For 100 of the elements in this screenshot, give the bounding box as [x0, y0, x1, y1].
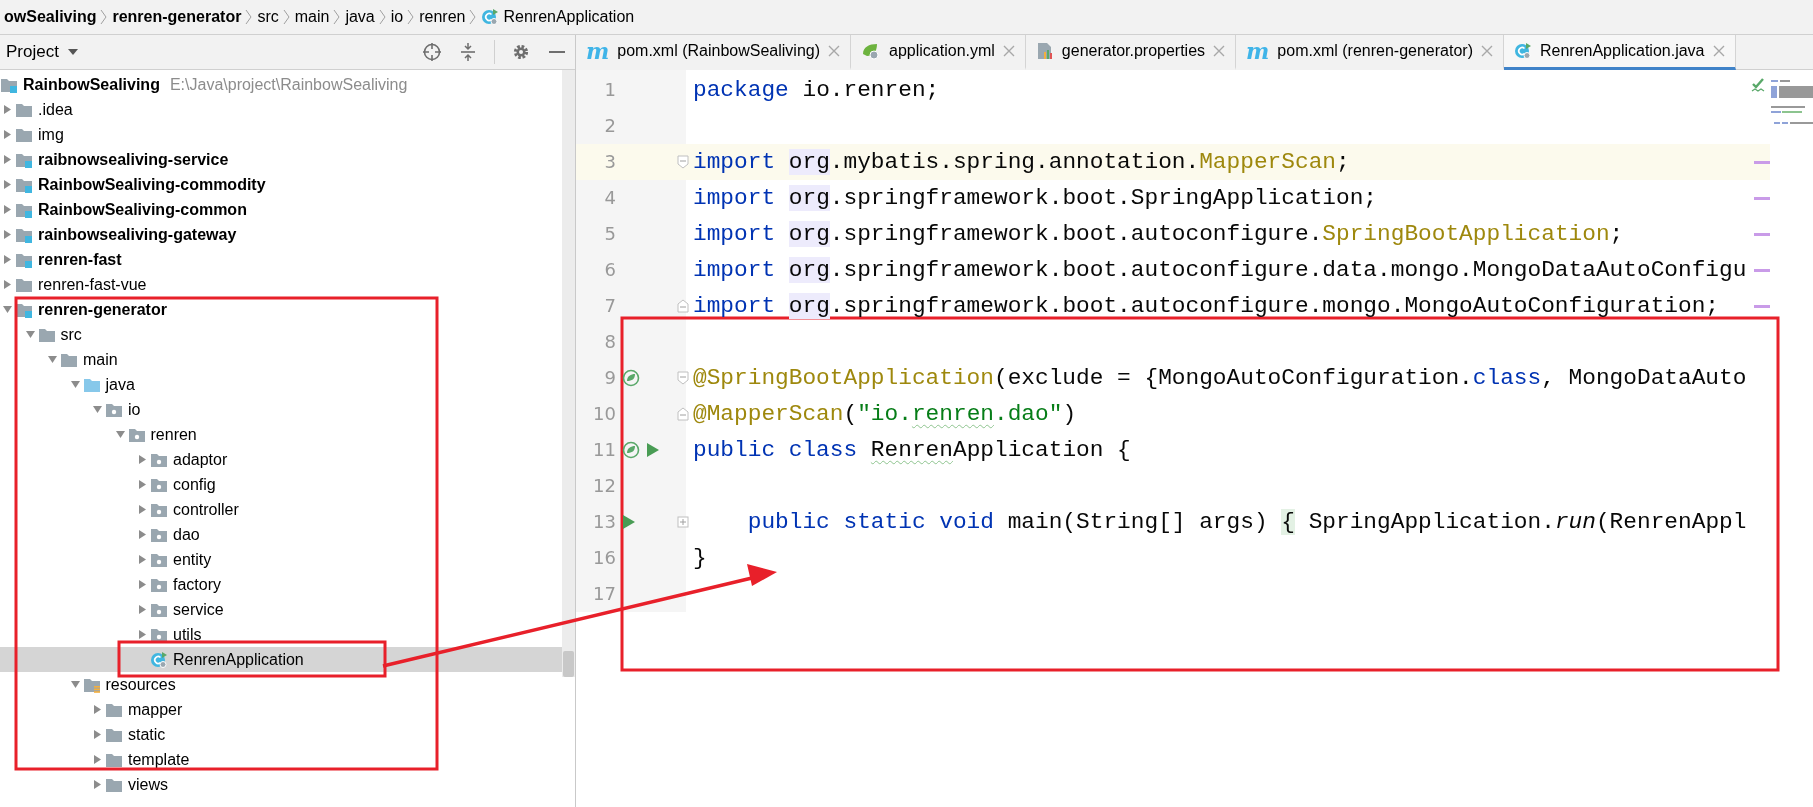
collapsed-arrow-icon[interactable] — [92, 704, 103, 715]
breadcrumb-item[interactable]: renren-generator — [108, 7, 246, 27]
collapsed-arrow-icon[interactable] — [2, 179, 13, 190]
collapse-all-icon[interactable] — [458, 42, 478, 62]
editor-tab[interactable]: generator.properties — [1025, 35, 1237, 70]
expanded-arrow-icon[interactable] — [2, 304, 13, 315]
tree-item[interactable]: renren-generator — [0, 297, 562, 322]
fold-marker-icon[interactable] — [676, 299, 689, 313]
tree-item[interactable]: utils — [0, 622, 562, 647]
tree-item[interactable]: .idea — [0, 97, 562, 122]
tree-item[interactable]: RainbowSealiving E:\Java\project\RainbowSealiving — [0, 72, 562, 97]
collapsed-arrow-icon[interactable] — [92, 729, 103, 740]
fold-marker-icon[interactable] — [676, 371, 689, 385]
tree-item[interactable]: controller — [0, 497, 562, 522]
tree-item[interactable]: RenrenApplication — [0, 647, 562, 672]
tree-item[interactable]: mapper — [0, 697, 562, 722]
tree-item[interactable]: rainbowsealiving-gateway — [0, 222, 562, 247]
expanded-arrow-icon[interactable] — [92, 404, 103, 415]
collapsed-arrow-icon[interactable] — [2, 154, 13, 165]
code-line: } — [693, 545, 707, 571]
expanded-arrow-icon[interactable] — [24, 329, 36, 340]
collapsed-arrow-icon[interactable] — [137, 629, 148, 640]
editor-tab[interactable]: m pom.xml (RainbowSealiving) — [576, 35, 852, 70]
tree-item[interactable]: RainbowSealiving-common — [0, 197, 562, 222]
tree-item[interactable]: resources — [0, 672, 562, 697]
collapsed-arrow-icon[interactable] — [2, 279, 13, 290]
editor-tab[interactable]: m pom.xml (renren-generator) — [1236, 35, 1504, 70]
tree-item[interactable]: config — [0, 472, 562, 497]
line-number: 7 — [604, 294, 616, 318]
breadcrumb-item[interactable]: RenrenApplication — [477, 7, 639, 27]
tree-item[interactable]: renren-fast-vue — [0, 272, 562, 297]
collapsed-arrow-icon[interactable] — [2, 104, 13, 115]
close-icon[interactable] — [1712, 45, 1725, 57]
tree-item[interactable]: renren — [0, 422, 562, 447]
editor-tab[interactable]: RenrenApplication.java — [1503, 35, 1736, 70]
collapsed-arrow-icon[interactable] — [137, 504, 148, 515]
editor-tab[interactable]: application.yml — [851, 35, 1026, 70]
fold-marker-icon[interactable] — [676, 155, 689, 169]
line-number: 10 — [593, 402, 616, 426]
collapsed-arrow-icon[interactable] — [2, 254, 13, 265]
collapsed-arrow-icon[interactable] — [137, 529, 148, 540]
fold-marker-icon[interactable] — [676, 407, 689, 421]
close-icon[interactable] — [1002, 45, 1015, 57]
breadcrumb-item[interactable]: renren — [415, 7, 470, 27]
code-line: import org.springframework.boot.autoconfigure.data.mongo.MongoDataAutoConfigu — [693, 257, 1747, 283]
breadcrumb-item[interactable]: java — [341, 7, 379, 27]
expanded-arrow-icon[interactable] — [69, 379, 81, 390]
close-icon[interactable] — [1213, 45, 1226, 57]
panel-title-dropdown[interactable]: Project — [6, 39, 79, 65]
expanded-arrow-icon[interactable] — [114, 429, 126, 440]
collapsed-arrow-icon[interactable] — [2, 204, 13, 215]
scrollbar-thumb[interactable] — [563, 651, 574, 677]
tree-item[interactable]: raibnowsealiving-service — [0, 147, 562, 172]
line-number: 8 — [604, 330, 616, 354]
tree-item[interactable]: entity — [0, 547, 562, 572]
collapsed-arrow-icon[interactable] — [137, 554, 148, 565]
tree-item[interactable]: main — [0, 347, 562, 372]
collapsed-arrow-icon[interactable] — [2, 229, 13, 240]
expand-fold-icon[interactable] — [676, 516, 689, 528]
breadcrumb-item[interactable]: src — [253, 7, 283, 27]
settings-icon[interactable] — [511, 42, 531, 62]
crosshair-icon[interactable] — [422, 42, 442, 62]
close-icon[interactable] — [1480, 45, 1493, 57]
expanded-arrow-icon[interactable] — [47, 354, 58, 365]
breadcrumb-item[interactable]: owSealiving — [0, 7, 101, 27]
maven-icon: m — [1246, 40, 1270, 62]
line-number: 12 — [593, 474, 616, 498]
line-number: 3 — [604, 150, 616, 174]
chevron-icon — [378, 8, 387, 26]
expanded-arrow-icon[interactable] — [69, 679, 81, 690]
tree-item[interactable]: service — [0, 597, 562, 622]
tree-item[interactable]: static — [0, 722, 562, 747]
collapsed-arrow-icon[interactable] — [137, 479, 148, 490]
tree-item[interactable]: adaptor — [0, 447, 562, 472]
close-icon[interactable] — [828, 45, 841, 57]
tree-item[interactable]: img — [0, 122, 562, 147]
tree-item[interactable]: java — [0, 372, 562, 397]
collapsed-arrow-icon[interactable] — [2, 129, 13, 140]
tree-item[interactable]: renren-fast — [0, 247, 562, 272]
bean-icon[interactable] — [622, 369, 640, 387]
bean-icon[interactable] — [622, 441, 640, 459]
collapsed-arrow-icon[interactable] — [137, 579, 148, 590]
collapsed-arrow-icon[interactable] — [92, 754, 103, 765]
breadcrumb-item[interactable]: io — [386, 7, 408, 27]
collapsed-arrow-icon[interactable] — [92, 779, 103, 790]
tree-item[interactable]: factory — [0, 572, 562, 597]
collapsed-arrow-icon[interactable] — [137, 454, 148, 465]
tree-item[interactable]: io — [0, 397, 562, 422]
tree-item[interactable]: template — [0, 747, 562, 772]
breadcrumb-item[interactable]: main — [290, 7, 334, 27]
collapsed-arrow-icon[interactable] — [137, 604, 148, 615]
tree-item[interactable]: RainbowSealiving-commodity — [0, 172, 562, 197]
run-icon[interactable] — [622, 514, 636, 530]
chevron-icon — [100, 8, 109, 26]
tree-item[interactable]: src — [0, 322, 562, 347]
run-icon[interactable] — [646, 442, 660, 458]
tree-item[interactable]: dao — [0, 522, 562, 547]
scrollbar[interactable] — [562, 70, 575, 677]
tree-item[interactable]: views — [0, 772, 562, 797]
code-line: import org.springframework.boot.SpringApplication; — [693, 185, 1378, 211]
